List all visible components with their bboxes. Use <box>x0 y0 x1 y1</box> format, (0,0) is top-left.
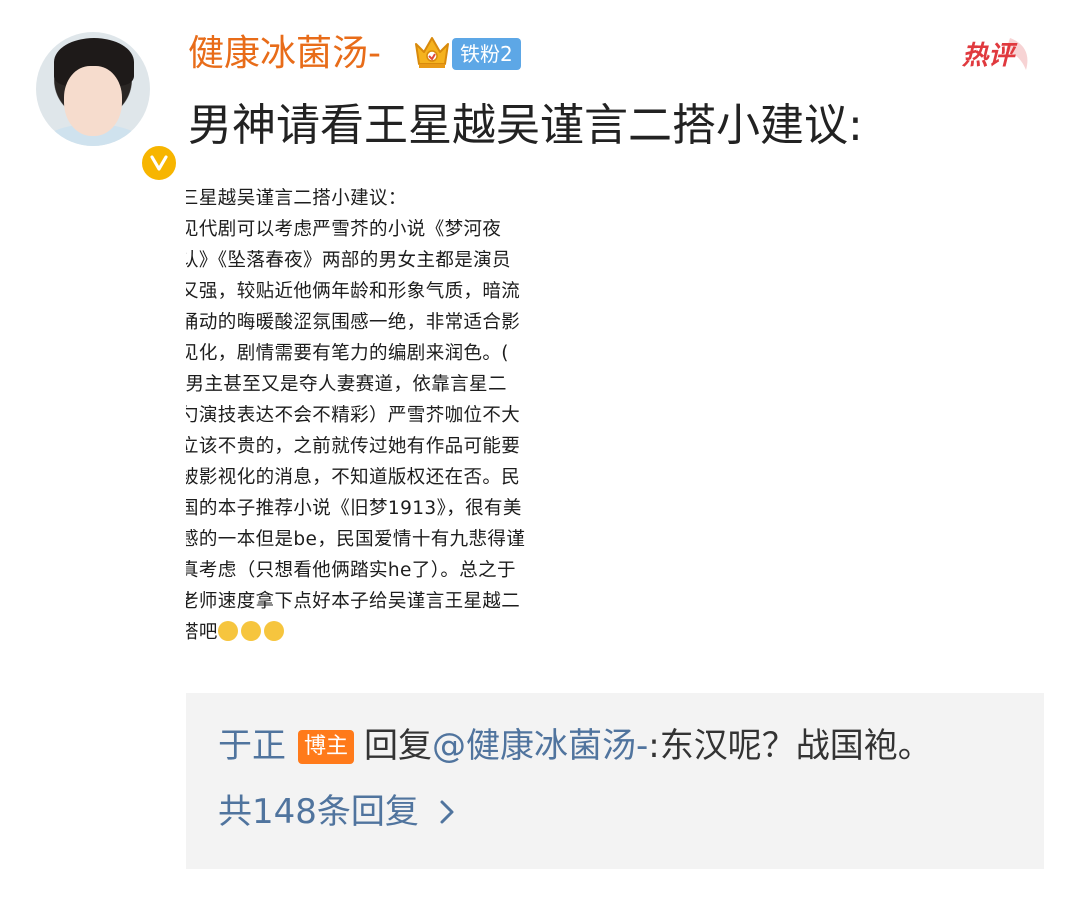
verified-v-icon <box>138 142 180 184</box>
weibo-comment-card: 健康冰菌汤- 铁粉2 热评 男神请看王星越吴谨言二搭小建议: 三星越吴谨言二搭小… <box>0 0 1080 901</box>
pleading-face-icon <box>217 621 238 641</box>
avatar-image <box>36 32 150 146</box>
reply-line: 于正 博主 回复@健康冰菌汤-:东汉呢？战国袍。 <box>218 723 932 769</box>
hot-comment-badge: 热评 <box>961 38 1028 71</box>
chevron-right-icon <box>440 800 454 824</box>
fan-level-badge[interactable]: 铁粉2 <box>452 38 521 70</box>
crown-icon <box>415 37 449 68</box>
note-line: 认》《坠落春夜》两部的男女主都是演员 <box>186 250 511 271</box>
note-line: 老师速度拿下点好本子给吴谨言王星越二 <box>186 591 521 612</box>
reply-text: :东汉呢？战国袍。 <box>648 726 932 766</box>
username[interactable]: 健康冰菌汤- <box>188 30 381 78</box>
pleading-face-icon <box>240 621 261 641</box>
view-all-replies-link[interactable]: 共148条回复 <box>218 789 455 835</box>
author-tag-badge: 博主 <box>298 730 355 764</box>
note-line: 勺演技表达不会不精彩）严雪芥咖位不大 <box>186 405 521 426</box>
hot-comment-label: 热评 <box>961 41 1018 71</box>
comment-text: 男神请看王星越吴谨言二搭小建议: <box>188 100 863 151</box>
attached-note-image[interactable]: 三星越吴谨言二搭小建议： 见代剧可以考虑严雪芥的小说《梦河夜 认》《坠落春夜》两… <box>186 182 556 652</box>
note-line: j男主甚至又是夺人妻赛道，依靠言星二 <box>186 374 507 395</box>
pleading-face-icon <box>263 621 284 641</box>
reply-preview-box[interactable]: 于正 博主 回复@健康冰菌汤-:东汉呢？战国袍。 共148条回复 <box>186 693 1044 869</box>
note-line: 见化，剧情需要有笔力的编剧来润色。( <box>186 343 509 364</box>
note-line: 见代剧可以考虑严雪芥的小说《梦河夜 <box>186 219 502 240</box>
note-line: 国的本子推荐小说《旧梦1913》，很有美 <box>186 498 522 519</box>
reply-mention[interactable]: @健康冰菌汤- <box>432 726 648 766</box>
reply-author[interactable]: 于正 <box>218 726 286 766</box>
note-line: 又强，较贴近他俩年龄和形象气质，暗流 <box>186 281 521 302</box>
note-line: 涌动的晦暖酸涩氛围感一绝，非常适合影 <box>186 312 521 333</box>
note-line: 真考虑（只想看他俩踏实he了）。总之于 <box>186 560 516 581</box>
note-line: 被影视化的消息，不知道版权还在否。民 <box>186 467 521 488</box>
avatar[interactable] <box>36 32 180 184</box>
reply-prefix: 回复 <box>364 726 433 766</box>
note-line-text: 搭吧 <box>186 622 218 643</box>
reply-count-label: 共148条回复 <box>218 792 419 832</box>
note-line-last: 搭吧 <box>186 619 287 647</box>
note-line: 立该不贵的，之前就传过她有作品可能要 <box>186 436 521 457</box>
note-line: 三星越吴谨言二搭小建议： <box>186 188 407 209</box>
note-line: 感的一本但是be，民国爱情十有九悲得谨 <box>186 529 526 550</box>
